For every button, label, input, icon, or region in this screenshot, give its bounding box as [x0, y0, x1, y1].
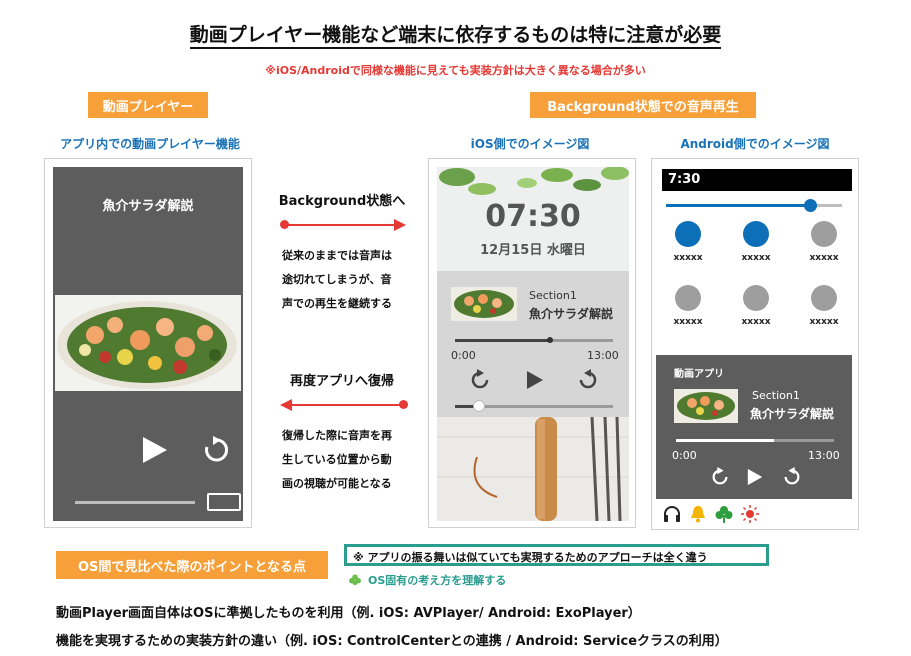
android-app-label: 動画アプリ: [674, 369, 724, 380]
bell-icon: [691, 506, 705, 523]
android-status-bar: 7:30: [662, 169, 852, 191]
background-playback-tag: Background状態での音声再生: [530, 92, 756, 118]
clover-note-text: OS固有の考え方を理解する: [368, 574, 507, 587]
android-quick-tiles: xxxxx xxxxx xxxxx xxxxx xxxxx xxxxx: [652, 221, 860, 341]
quick-tile-toggle[interactable]: [811, 285, 837, 311]
quick-tile-label: xxxxx: [809, 317, 839, 327]
android-phone: 7:30 xxxxx xxxxx xxxxx xxxxx xxxxx xxxxx 動画アプ…: [651, 158, 859, 530]
ios-duration: 13:00: [587, 349, 619, 362]
to-background-label: Background状態へ: [278, 194, 406, 209]
return-desc: 復帰した際に音声を再 生している位置から動 画の視聴が可能となる: [282, 429, 392, 490]
ios-artwork: [451, 287, 517, 321]
page-title: 動画プレイヤー機能など端末に依存するものは特に注意が必要: [0, 20, 911, 49]
video-title: 魚介サラダ解説: [102, 199, 194, 214]
ios-volume-slider[interactable]: [455, 400, 613, 412]
quick-tile-toggle[interactable]: [743, 285, 769, 311]
approach-note-box: ※ アプリの振る舞いは似ていても実現するためのアプローチは全く違う: [344, 544, 769, 566]
headphones-icon: [664, 506, 680, 522]
ios-rewind-icon[interactable]: [469, 369, 491, 391]
android-artwork: [674, 389, 738, 423]
quick-tile-toggle[interactable]: [811, 221, 837, 247]
quick-tile-label: xxxxx: [741, 317, 771, 327]
android-forward-icon[interactable]: [782, 467, 802, 487]
android-rewind-icon[interactable]: [710, 467, 730, 487]
ios-track: 魚介サラダ解説: [529, 307, 614, 321]
quick-tile-label: xxxxx: [741, 253, 771, 263]
clover-note-icon: [349, 574, 361, 586]
ios-clock: 07:30: [485, 199, 581, 234]
point-line-2: 機能を実現するための実装方針の違い（例. iOS: ControlCenterと…: [56, 634, 728, 649]
seek-bar[interactable]: [75, 501, 195, 504]
android-track: 魚介サラダ解説: [750, 407, 835, 421]
replay-icon[interactable]: [201, 435, 231, 465]
android-progress-bar[interactable]: [676, 439, 834, 442]
quick-tile-label: xxxxx: [809, 253, 839, 263]
android-elapsed: 0:00: [672, 449, 697, 462]
quick-tile-label: xxxxx: [673, 253, 703, 263]
android-media-card: 動画アプリ Section1 魚介サラダ解説 0:00 13:00: [656, 355, 852, 499]
android-brightness-slider[interactable]: [666, 199, 842, 212]
ios-elapsed: 0:00: [451, 349, 476, 362]
quick-tile-toggle[interactable]: [675, 285, 701, 311]
quick-tile-toggle[interactable]: [743, 221, 769, 247]
ios-date: 12月15日 水曜日: [480, 243, 586, 258]
android-section: Section1: [752, 389, 800, 402]
android-status-time: 7:30: [668, 172, 701, 187]
fullscreen-icon[interactable]: [207, 493, 241, 511]
ios-lockscreen: 07:30 12月15日 水曜日 Section1 魚介サラダ解説 0:00 1…: [437, 167, 629, 521]
quick-tile-toggle[interactable]: [675, 221, 701, 247]
os-comparison-tag: OS間で見比べた際のポイントとなる点: [56, 551, 328, 579]
quick-tile-label: xxxxx: [673, 317, 703, 327]
android-progress-fill: [676, 439, 774, 442]
play-icon[interactable]: [141, 435, 169, 465]
ios-progress-knob[interactable]: [546, 337, 553, 343]
ios-section: Section1: [529, 289, 577, 302]
clover-icon: [715, 506, 733, 523]
ios-media-widget: Section1 魚介サラダ解説 0:00 13:00: [437, 271, 629, 417]
ios-volume-knob[interactable]: [472, 400, 485, 412]
salad-image: [57, 301, 237, 389]
android-duration: 13:00: [808, 449, 840, 462]
ios-progress-bar[interactable]: [455, 337, 613, 343]
in-app-player-caption: アプリ内での動画プレイヤー機能: [60, 137, 240, 151]
android-caption: Android側でのイメージ図: [680, 137, 830, 151]
ios-phone: 07:30 12月15日 水曜日 Section1 魚介サラダ解説 0:00 1…: [428, 158, 636, 528]
ios-play-icon[interactable]: [525, 369, 545, 391]
player-screen: 魚介サラダ解説: [53, 167, 243, 521]
video-thumbnail: [55, 295, 241, 391]
in-app-phone: 魚介サラダ解説: [44, 158, 252, 528]
page-subtitle: ※iOS/Androidで同様な機能に見えても実装方針は大きく異なる場合が多い: [265, 64, 646, 77]
ios-progress-fill: [455, 339, 550, 342]
android-brightness-knob[interactable]: [803, 199, 817, 212]
to-background-desc: 従来のままでは音声は 途切れてしまうが、音 声での再生を継続する: [282, 249, 392, 310]
android-play-icon[interactable]: [746, 467, 764, 487]
ios-caption: iOS側でのイメージ図: [470, 137, 590, 151]
video-player-tag: 動画プレイヤー: [88, 92, 208, 118]
return-label: 再度アプリへ復帰: [289, 374, 394, 389]
ios-forward-icon[interactable]: [577, 369, 599, 391]
clover-note: OS固有の考え方を理解する: [348, 572, 506, 588]
point-line-1: 動画Player画面自体はOSに準拠したものを利用（例. iOS: AVPlay…: [56, 606, 641, 621]
sun-icon: [741, 505, 759, 523]
approach-note-text: ※ アプリの振る舞いは似ていても実現するためのアプローチは全く違う: [353, 551, 708, 564]
wood-wallpaper: [437, 417, 629, 521]
